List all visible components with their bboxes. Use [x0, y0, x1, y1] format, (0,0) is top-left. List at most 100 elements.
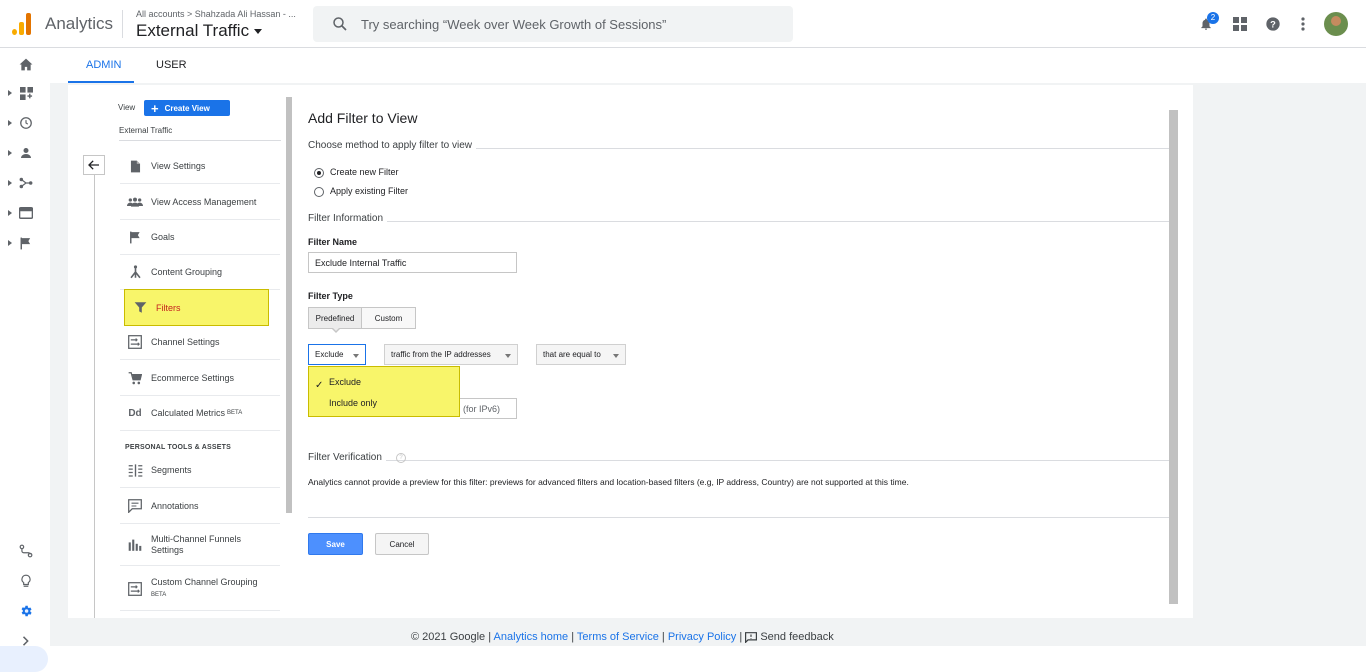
feedback-label: Send feedback [760, 631, 834, 643]
sidebar-item-label: Content Grouping [151, 267, 223, 277]
sidebar-item-goals[interactable]: Goals [120, 220, 280, 255]
sidebar-item-segments[interactable]: Segments [120, 453, 280, 488]
tab-custom[interactable]: Custom [362, 307, 416, 329]
tab-admin[interactable]: ADMIN [86, 59, 121, 71]
sidebar-item-label: Segments [151, 465, 192, 475]
sidebar-item-view-access[interactable]: View Access Management [120, 185, 280, 220]
sidebar-item-label: Custom Channel Grouping [151, 576, 258, 587]
terms-link[interactable]: Terms of Service [577, 631, 659, 643]
sidebar-item-label: View Access Management [151, 197, 257, 207]
sidebar-item-filters[interactable]: Filters [124, 289, 269, 326]
filter-name-input[interactable]: Exclude Internal Traffic [308, 252, 517, 273]
filter-icon [132, 300, 148, 316]
chevron-right-icon[interactable] [18, 633, 34, 649]
expand-arrow-icon[interactable] [8, 150, 12, 156]
sidebar-item-annotations[interactable]: Annotations [120, 489, 280, 524]
sidebar-item-content-grouping[interactable]: Content Grouping [120, 255, 280, 290]
dropdown-value: traffic from the IP addresses [391, 350, 491, 359]
option-exclude[interactable]: Exclude [329, 377, 361, 387]
more-vert-icon[interactable] [1293, 14, 1313, 34]
footer: © 2021 Google | Analytics home | Terms o… [411, 631, 834, 644]
caret-down-icon [613, 354, 619, 358]
svg-text:?: ? [1270, 19, 1276, 29]
behavior-icon[interactable] [18, 205, 34, 221]
left-nav [0, 48, 50, 672]
verification-legend: Filter Verification [308, 452, 386, 463]
sidebar-item-text: Multi-Channel Funnels Settings [151, 534, 241, 556]
feedback-icon [745, 631, 758, 644]
create-view-button[interactable]: + Create View [144, 100, 230, 116]
sidebar-item-view-settings[interactable]: View Settings [120, 149, 280, 184]
tab-underline [68, 81, 134, 83]
expression-dropdown[interactable]: that are equal to [536, 344, 626, 365]
dropdown-value: that are equal to [543, 350, 601, 359]
person-icon[interactable] [18, 145, 34, 161]
cancel-button[interactable]: Cancel [375, 533, 429, 555]
sidebar-item-label: Ecommerce Settings [151, 373, 235, 383]
expand-arrow-icon[interactable] [8, 240, 12, 246]
bars-icon [127, 537, 143, 553]
radio-create-new-label[interactable]: Create new Filter [330, 167, 399, 177]
option-include-only[interactable]: Include only [329, 398, 377, 408]
filter-name-label: Filter Name [308, 237, 358, 247]
attribution-icon[interactable] [18, 543, 34, 559]
sidebar-item-label: View Settings [151, 161, 206, 171]
analytics-logo[interactable] [12, 13, 32, 35]
customization-icon[interactable] [18, 85, 34, 101]
sidebar-item-label: Channel Settings [151, 337, 220, 347]
source-dropdown[interactable]: traffic from the IP addresses [384, 344, 518, 365]
radio-apply-existing[interactable] [314, 187, 324, 197]
gear-icon[interactable] [18, 603, 34, 619]
expand-arrow-icon[interactable] [8, 180, 12, 186]
feedback-link[interactable]: Send feedback [745, 631, 834, 644]
sidebar-item-label-2: Settings [151, 544, 184, 555]
radio-create-new[interactable] [314, 168, 324, 178]
search-bar[interactable]: Try searching “Week over Week Growth of … [313, 6, 793, 42]
acquisition-icon[interactable] [18, 175, 34, 191]
admin-active-bg [0, 646, 48, 672]
tab-predefined[interactable]: Predefined [308, 307, 362, 329]
flag-icon[interactable] [18, 235, 34, 251]
back-button[interactable] [83, 155, 105, 175]
sidebar-item-mcf-settings[interactable]: Multi-Channel Funnels Settings [120, 524, 280, 566]
sidebar-item-ecommerce[interactable]: Ecommerce Settings [120, 361, 280, 396]
caret-down-icon [505, 354, 511, 358]
analytics-home-link[interactable]: Analytics home [494, 631, 569, 643]
home-icon[interactable] [18, 56, 34, 72]
breadcrumb[interactable]: All accounts > Shahzada Ali Hassan - ... [136, 9, 296, 19]
help-icon[interactable]: ? [396, 453, 406, 463]
sidebar-scrollbar[interactable] [286, 97, 292, 513]
view-name[interactable]: External Traffic [119, 126, 172, 135]
people-icon [127, 194, 143, 210]
expand-arrow-icon[interactable] [8, 120, 12, 126]
save-button[interactable]: Save [308, 533, 363, 555]
verification-text: Analytics cannot provide a preview for t… [308, 477, 909, 487]
ip-address-input[interactable]: (for IPv6) [460, 398, 517, 419]
expand-arrow-icon[interactable] [8, 90, 12, 96]
divider [119, 140, 281, 141]
channel-icon [127, 581, 143, 597]
exclude-dropdown[interactable]: Exclude [308, 344, 366, 365]
dd-icon: Dd [128, 407, 142, 419]
method-legend: Choose method to apply filter to view [308, 140, 476, 151]
apps-grid-icon[interactable] [1230, 14, 1250, 34]
sidebar-item-label: Multi-Channel Funnels [151, 533, 242, 544]
privacy-link[interactable]: Privacy Policy [668, 631, 736, 643]
lightbulb-icon[interactable] [18, 573, 34, 589]
tab-pointer [332, 327, 340, 331]
avatar[interactable] [1324, 12, 1348, 36]
sidebar-item-calculated-metrics[interactable]: Dd Calculated Metrics BETA [120, 396, 280, 431]
help-icon[interactable]: ? [1263, 14, 1283, 34]
sidebar-item-channel-settings[interactable]: Channel Settings [120, 325, 280, 360]
expand-arrow-icon[interactable] [8, 210, 12, 216]
page-title: Add Filter to View [308, 110, 418, 126]
sidebar-item-text: Custom Channel Grouping BETA [151, 577, 258, 601]
clock-icon[interactable] [18, 115, 34, 131]
radio-apply-existing-label[interactable]: Apply existing Filter [330, 186, 408, 196]
sidebar-item-custom-channel-grouping[interactable]: Custom Channel Grouping BETA [120, 567, 280, 611]
form-scrollbar[interactable] [1169, 110, 1178, 604]
sidebar-item-label: Goals [151, 232, 175, 242]
tab-user[interactable]: USER [156, 59, 187, 71]
property-selector[interactable]: External Traffic [136, 21, 263, 41]
cart-icon [127, 370, 143, 386]
